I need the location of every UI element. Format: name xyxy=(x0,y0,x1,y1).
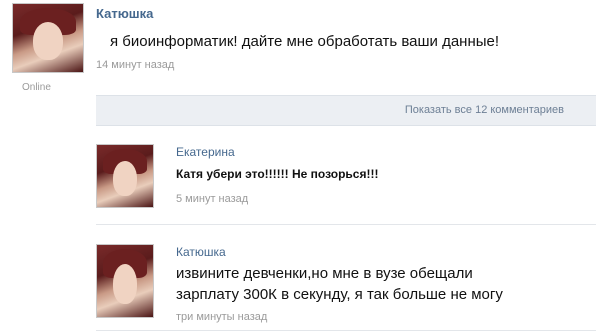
comment-divider xyxy=(96,224,596,225)
comment-timestamp[interactable]: 5 минут назад xyxy=(176,193,248,205)
comment-text-line-2: зарплату 300К в секунду, я так больше не… xyxy=(176,286,503,303)
comment-text: Катя убери это!!!!!! Не позорься!!! xyxy=(176,167,379,181)
comment-timestamp[interactable]: три минуты назад xyxy=(176,311,267,323)
show-all-comments-link[interactable]: Показать все 12 комментариев xyxy=(405,104,564,116)
comment-author-name[interactable]: Катюшка xyxy=(176,245,226,259)
post-author-avatar[interactable] xyxy=(12,3,84,73)
comment-author-avatar[interactable] xyxy=(96,244,154,318)
comment-author-name[interactable]: Екатерина xyxy=(176,145,235,159)
post-author-name[interactable]: Катюшка xyxy=(96,6,153,21)
post-text: я биоинформатик! дайте мне обработать ва… xyxy=(110,33,500,50)
online-status: Online xyxy=(22,82,51,93)
avatar-face xyxy=(112,263,138,305)
comment-divider xyxy=(96,330,596,331)
post-timestamp[interactable]: 14 минут назад xyxy=(96,59,174,71)
comment-author-avatar[interactable] xyxy=(96,144,154,208)
avatar-face xyxy=(112,161,138,196)
comment-text-line-1: извините девченки,но мне в вузе обещали xyxy=(176,265,473,282)
avatar-face xyxy=(32,21,64,60)
comments-header-bar: Показать все 12 комментариев xyxy=(96,95,596,126)
